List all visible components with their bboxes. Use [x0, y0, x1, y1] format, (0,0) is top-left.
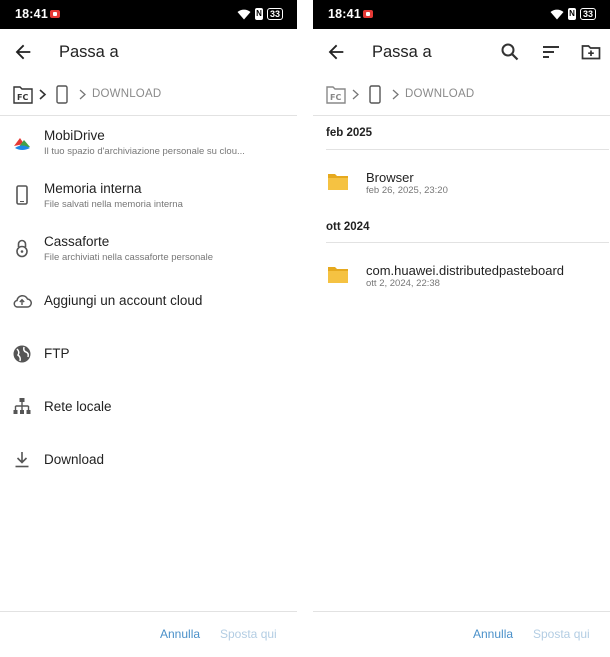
- status-icons: N 33: [550, 7, 596, 21]
- file-row-huawei-pasteboard[interactable]: com.huawei.distributedpasteboard ott 2, …: [313, 253, 610, 301]
- nav-item-vault[interactable]: Cassaforte File archiviati nella cassafo…: [0, 228, 297, 278]
- nav-item-title: MobiDrive: [44, 128, 105, 143]
- nav-item-title: Rete locale: [44, 399, 112, 414]
- nav-item-title: Aggiungi un account cloud: [44, 293, 203, 308]
- divider: [313, 115, 610, 116]
- notification-icon: [363, 10, 373, 18]
- vault-icon: [16, 239, 28, 258]
- battery-icon: 33: [266, 8, 283, 20]
- battery-icon: 33: [579, 8, 596, 20]
- chevron-right-icon: [352, 89, 359, 100]
- nav-item-subtitle: File salvati nella memoria interna: [44, 199, 183, 210]
- move-here-button[interactable]: Sposta qui: [533, 627, 590, 641]
- divider: [313, 611, 610, 612]
- nav-item-title: Cassaforte: [44, 234, 110, 249]
- file-name: com.huawei.distributedpasteboard: [366, 263, 565, 278]
- status-bar: 18:41 N 33: [0, 0, 297, 29]
- nav-item-internal-memory[interactable]: Memoria interna File salvati nella memor…: [0, 175, 297, 225]
- section-divider: [326, 242, 609, 243]
- key-icon: N: [254, 8, 263, 20]
- folder-icon: [328, 174, 348, 190]
- chevron-right-icon: [79, 89, 86, 100]
- cancel-button[interactable]: Annulla: [473, 627, 513, 641]
- section-divider: [326, 149, 609, 150]
- status-time: 18:41: [328, 7, 361, 21]
- top-app-bar: Passa a: [313, 29, 610, 75]
- mobidrive-icon: [14, 138, 30, 150]
- divider: [0, 115, 297, 116]
- nav-item-mobidrive[interactable]: MobiDrive Il tuo spazio d'archiviazione …: [0, 122, 297, 172]
- file-commander-icon[interactable]: FC: [13, 85, 33, 104]
- nav-item-subtitle: File archiviati nella cassaforte persona…: [44, 252, 213, 263]
- network-icon: [13, 398, 31, 414]
- phone-icon[interactable]: [56, 85, 68, 104]
- breadcrumb: FC DOWNLOAD: [313, 79, 610, 111]
- wifi-icon: [550, 9, 564, 20]
- section-header: ott 2024: [326, 221, 370, 233]
- page-title: Passa a: [59, 43, 119, 61]
- notification-icon: [50, 10, 60, 18]
- back-arrow-icon[interactable]: [12, 41, 34, 63]
- sort-icon[interactable]: [541, 42, 561, 62]
- nav-item-subtitle: Il tuo spazio d'archiviazione personale …: [44, 146, 245, 157]
- nav-item-title: Memoria interna: [44, 181, 142, 196]
- nav-item-title: FTP: [44, 346, 70, 361]
- file-commander-icon[interactable]: FC: [326, 85, 346, 104]
- nav-item-add-cloud-account[interactable]: Aggiungi un account cloud: [0, 281, 297, 331]
- nav-item-title: Download: [44, 452, 105, 467]
- svg-text:FC: FC: [17, 93, 28, 102]
- chevron-right-icon: [392, 89, 399, 100]
- right-screen: 18:41 N 33 Passa a FC DOWNLOAD feb 2025: [313, 0, 610, 657]
- chevron-right-icon: [39, 89, 47, 100]
- file-date: ott 2, 2024, 22:38: [366, 278, 440, 289]
- breadcrumb-current[interactable]: DOWNLOAD: [405, 88, 474, 100]
- cloud-upload-icon: [13, 294, 32, 308]
- cancel-button[interactable]: Annulla: [160, 627, 200, 641]
- file-date: feb 26, 2025, 23:20: [366, 185, 448, 196]
- svg-text:FC: FC: [330, 93, 341, 102]
- search-icon[interactable]: [500, 42, 520, 62]
- file-row-browser[interactable]: Browser feb 26, 2025, 23:20: [313, 160, 610, 208]
- screen-gap: [297, 0, 313, 657]
- nav-item-ftp[interactable]: FTP: [0, 334, 297, 384]
- nav-item-local-network[interactable]: Rete locale: [0, 387, 297, 437]
- move-here-button[interactable]: Sposta qui: [220, 627, 277, 641]
- left-screen: 18:41 N 33 Passa a FC DOWNLOAD MobiDrive…: [0, 0, 297, 657]
- status-bar: 18:41 N 33: [313, 0, 610, 29]
- section-header: feb 2025: [326, 127, 373, 139]
- new-folder-icon[interactable]: [581, 42, 601, 62]
- breadcrumb: FC DOWNLOAD: [0, 79, 297, 111]
- battery-level: 33: [269, 8, 280, 19]
- breadcrumb-current[interactable]: DOWNLOAD: [92, 88, 161, 100]
- status-time: 18:41: [15, 7, 48, 21]
- nav-item-download[interactable]: Download: [0, 440, 297, 490]
- page-title: Passa a: [372, 43, 432, 61]
- key-icon: N: [567, 8, 576, 20]
- divider: [0, 611, 297, 612]
- download-icon: [15, 452, 29, 468]
- battery-level: 33: [582, 8, 593, 19]
- top-app-bar: Passa a: [0, 29, 297, 75]
- wifi-icon: [237, 9, 251, 20]
- file-name: Browser: [366, 170, 414, 185]
- phone-icon[interactable]: [369, 85, 381, 104]
- folder-icon: [328, 267, 348, 283]
- status-icons: N 33: [237, 7, 283, 21]
- back-arrow-icon[interactable]: [325, 41, 347, 63]
- globe-icon: [13, 345, 31, 363]
- phone-icon: [16, 185, 28, 205]
